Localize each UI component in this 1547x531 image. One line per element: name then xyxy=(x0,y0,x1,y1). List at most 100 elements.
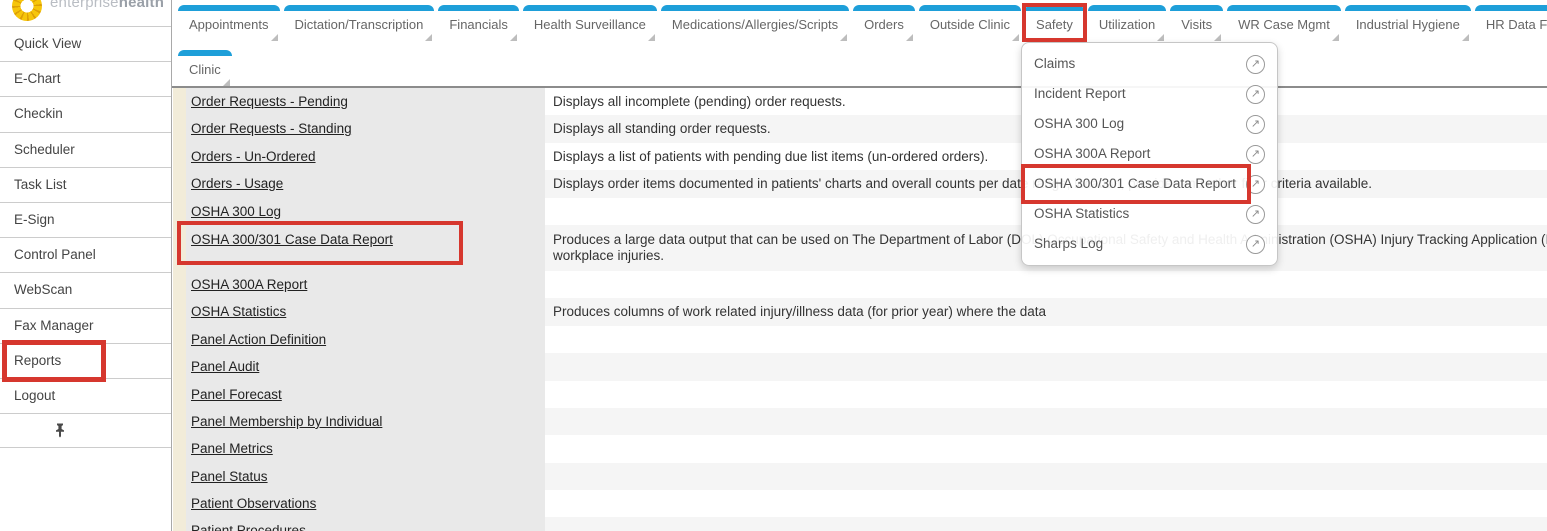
tab-accent-bar xyxy=(523,5,657,11)
brand-bold: health xyxy=(119,0,164,11)
menu-item-osha-300-301-case-data-report[interactable]: OSHA 300/301 Case Data Report ↗ xyxy=(1022,169,1277,199)
report-link-osha-300-301-case-data-report[interactable]: OSHA 300/301 Case Data Report xyxy=(191,232,393,247)
reports-content: Order Requests - Pending Order Requests -… xyxy=(186,88,1547,531)
report-link-order-requests-standing[interactable]: Order Requests - Standing xyxy=(191,121,352,136)
tab-accent-bar xyxy=(178,50,232,56)
report-link-osha-300a-report[interactable]: OSHA 300A Report xyxy=(191,277,307,292)
tab-accent-bar xyxy=(661,5,849,11)
tab-outside-clinic[interactable]: Outside Clinic xyxy=(919,5,1021,40)
report-link-osha-300-log[interactable]: OSHA 300 Log xyxy=(191,204,281,219)
report-link-row: Orders - Un-Ordered xyxy=(186,143,545,170)
sidebar-item-quick-view[interactable]: Quick View xyxy=(0,26,171,61)
report-link-row: Panel Membership by Individual xyxy=(186,408,545,435)
sidebar-item-e-sign[interactable]: E-Sign xyxy=(0,202,171,237)
external-link-icon: ↗ xyxy=(1246,55,1265,74)
tab-accent-bar xyxy=(1170,5,1223,11)
top-navigation: AppointmentsDictation/Transcription Finan… xyxy=(172,0,1547,86)
menu-item-osha-300a-report[interactable]: OSHA 300A Report↗ xyxy=(1022,139,1277,169)
sidebar-item-logout[interactable]: Logout xyxy=(0,378,171,413)
tab-visits[interactable]: Visits xyxy=(1170,5,1223,40)
sidebar-item-scheduler[interactable]: Scheduler xyxy=(0,132,171,167)
tab-medications-allergies-scripts[interactable]: Medications/Allergies/Scripts xyxy=(661,5,849,40)
sidebar: enterprisehealth Quick ViewE-ChartChecki… xyxy=(0,0,172,531)
tab-label: HR Data Feed xyxy=(1486,17,1547,32)
report-link-order-requests-pending[interactable]: Order Requests - Pending xyxy=(191,94,348,109)
report-link-orders-usage[interactable]: Orders - Usage xyxy=(191,176,283,191)
menu-item-osha-300-log[interactable]: OSHA 300 Log ↗ xyxy=(1022,109,1277,139)
tab-industrial-hygiene[interactable]: Industrial Hygiene xyxy=(1345,5,1471,40)
report-desc-row xyxy=(545,408,1547,435)
sidebar-item-reports[interactable]: Reports xyxy=(0,343,171,378)
sidebar-menu: Quick ViewE-ChartCheckinSchedulerTask Li… xyxy=(0,26,171,413)
report-link-panel-metrics[interactable]: Panel Metrics xyxy=(191,441,273,456)
menu-item-incident-report[interactable]: Incident Report↗ xyxy=(1022,79,1277,109)
report-link-panel-audit[interactable]: Panel Audit xyxy=(191,359,259,374)
sidebar-item-webscan[interactable]: WebScan xyxy=(0,272,171,307)
tab-safety[interactable]: Safety xyxy=(1025,5,1084,40)
tab-label: WR Case Mgmt xyxy=(1238,17,1330,32)
tab-label: Industrial Hygiene xyxy=(1356,17,1460,32)
tab-label: Financials xyxy=(449,17,508,32)
sidebar-item-fax-manager[interactable]: Fax Manager xyxy=(0,308,171,343)
report-desc: Displays all standing order requests. xyxy=(553,121,771,136)
report-link-orders-un-ordered[interactable]: Orders - Un-Ordered xyxy=(191,149,316,164)
report-link-row: Patient Observations xyxy=(186,490,545,517)
header-divider xyxy=(172,86,1547,88)
tab-accent-bar xyxy=(1345,5,1471,11)
tab-label: Outside Clinic xyxy=(930,17,1010,32)
report-link-patient-observations[interactable]: Patient Observations xyxy=(191,496,316,511)
tab-clinic[interactable]: Clinic xyxy=(178,50,232,85)
menu-item-label: OSHA 300 Log xyxy=(1034,109,1124,139)
sidebar-item-e-chart[interactable]: E-Chart xyxy=(0,61,171,96)
menu-item-osha-statistics[interactable]: OSHA Statistics↗ xyxy=(1022,199,1277,229)
menu-item-sharps-log[interactable]: Sharps Log↗ xyxy=(1022,229,1277,259)
report-link-panel-status[interactable]: Panel Status xyxy=(191,469,268,484)
sidebar-pin-button[interactable] xyxy=(0,413,171,448)
pin-icon xyxy=(54,423,66,438)
report-link-row: Panel Status xyxy=(186,463,545,490)
report-desc-row xyxy=(545,353,1547,380)
menu-item-label: Incident Report xyxy=(1034,79,1126,109)
tab-health-surveillance[interactable]: Health Surveillance xyxy=(523,5,657,40)
menu-item-label: OSHA 300/301 Case Data Report xyxy=(1034,169,1236,199)
sidebar-item-checkin[interactable]: Checkin xyxy=(0,96,171,131)
report-link-panel-membership-by-individual[interactable]: Panel Membership by Individual xyxy=(191,414,382,429)
report-links-panel: Order Requests - Pending Order Requests -… xyxy=(186,88,545,531)
report-link-panel-action-definition[interactable]: Panel Action Definition xyxy=(191,332,326,347)
report-link-row: Panel Action Definition xyxy=(186,326,545,353)
external-link-icon: ↗ xyxy=(1246,175,1265,194)
report-desc: Displays a list of patients with pending… xyxy=(553,149,988,164)
report-desc-row xyxy=(545,463,1547,490)
report-desc-row: Produces columns of work related injury/… xyxy=(545,298,1547,325)
beige-gutter xyxy=(173,88,186,531)
tab-financials[interactable]: Financials xyxy=(438,5,519,40)
tab-hr-data-feed[interactable]: HR Data Feed xyxy=(1475,5,1547,40)
safety-dropdown-menu: Claims↗Incident Report↗OSHA 300 Log↗OSHA… xyxy=(1021,42,1278,266)
menu-item-claims[interactable]: Claims↗ xyxy=(1022,49,1277,79)
tab-accent-bar xyxy=(284,5,435,11)
report-link-osha-statistics[interactable]: OSHA Statistics xyxy=(191,304,286,319)
report-desc-row xyxy=(545,435,1547,462)
report-desc-row xyxy=(545,517,1547,531)
tab-accent-bar xyxy=(438,5,519,11)
report-desc-row xyxy=(545,326,1547,353)
app-logo: enterprisehealth xyxy=(0,0,171,26)
brand-light: enterprise xyxy=(50,0,119,11)
tab-label: Visits xyxy=(1181,17,1212,32)
report-link-panel-forecast[interactable]: Panel Forecast xyxy=(191,387,282,402)
tab-accent-bar xyxy=(1088,5,1166,11)
tab-appointments[interactable]: Appointments xyxy=(178,5,280,40)
report-desc-row xyxy=(545,271,1547,298)
report-link-row: Order Requests - Standing xyxy=(186,115,545,142)
tab-utilization[interactable]: Utilization xyxy=(1088,5,1166,40)
tab-orders[interactable]: Orders xyxy=(853,5,915,40)
tab-dictation-transcription[interactable]: Dictation/Transcription xyxy=(284,5,435,40)
report-link-patient-procedures[interactable]: Patient Procedures xyxy=(191,523,306,531)
external-link-icon: ↗ xyxy=(1246,115,1265,134)
report-link-row: Order Requests - Pending xyxy=(186,88,545,115)
sidebar-item-task-list[interactable]: Task List xyxy=(0,167,171,202)
sidebar-item-control-panel[interactable]: Control Panel xyxy=(0,237,171,272)
context-tab-row: Clinic xyxy=(172,45,1547,85)
tab-wr-case-mgmt[interactable]: WR Case Mgmt xyxy=(1227,5,1341,40)
tab-label: Orders xyxy=(864,17,904,32)
